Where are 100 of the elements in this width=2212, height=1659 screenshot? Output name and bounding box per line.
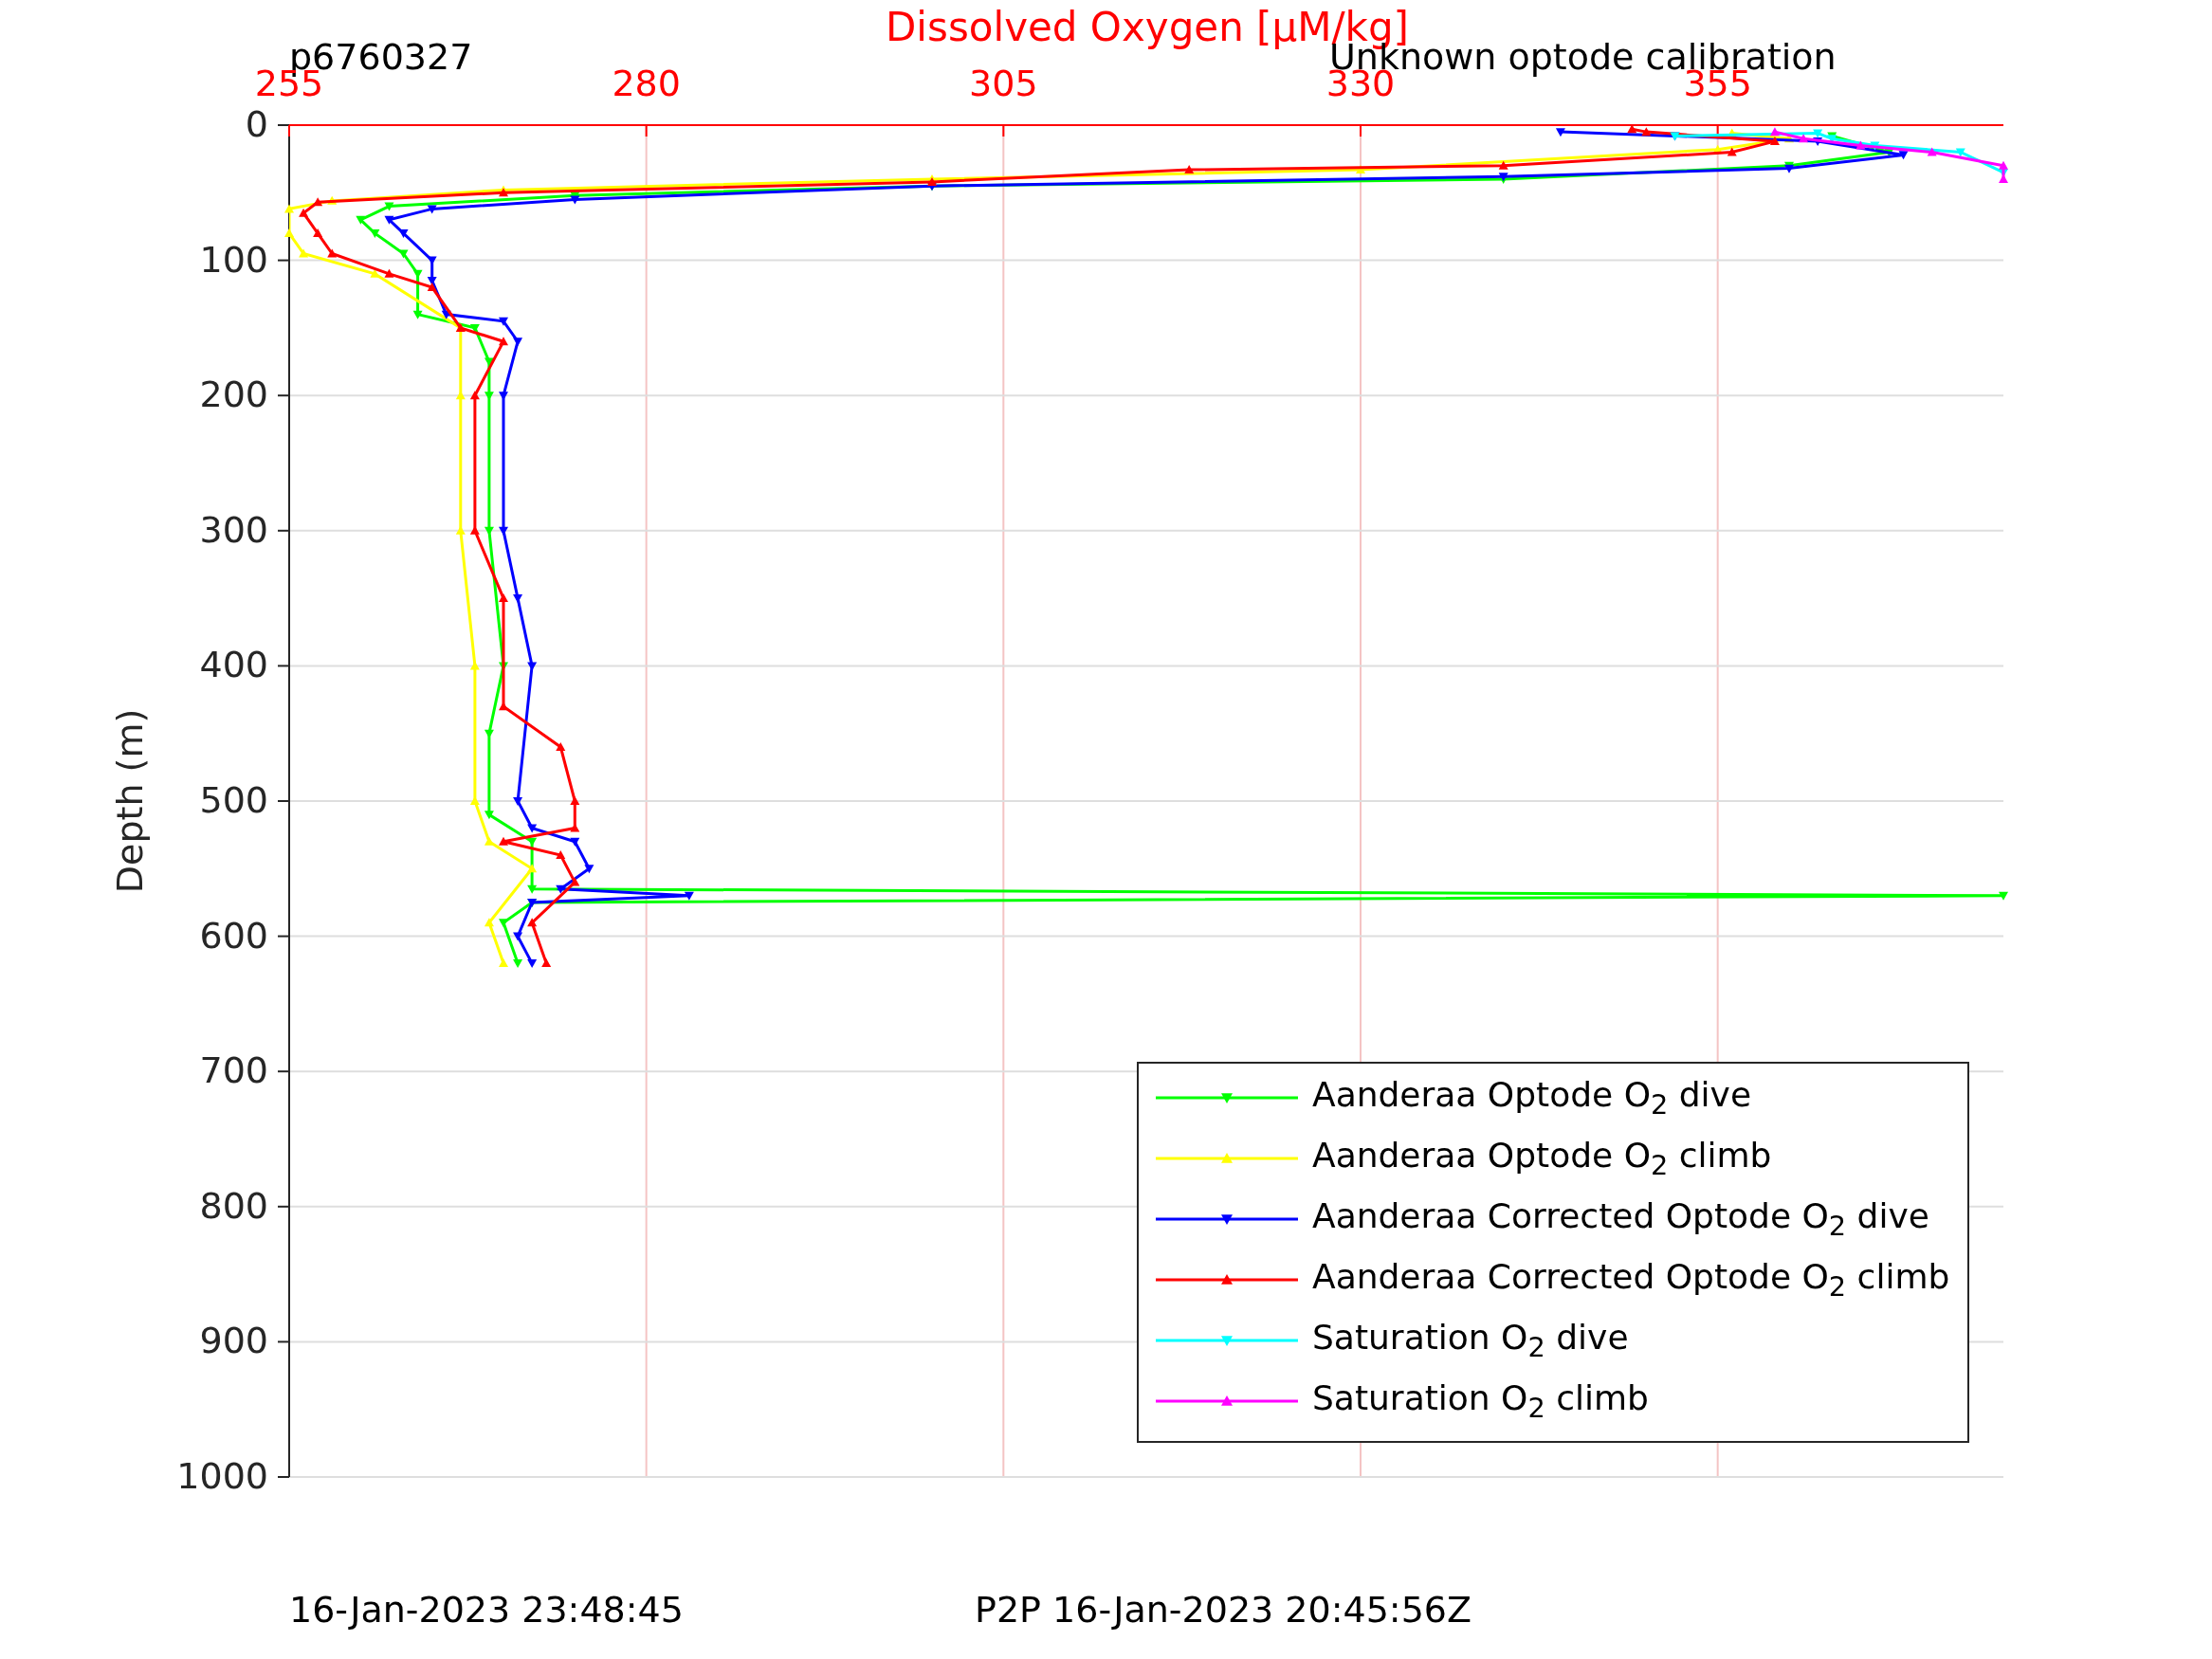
data-point xyxy=(384,268,394,278)
data-point xyxy=(427,277,437,285)
data-point xyxy=(313,228,323,238)
data-point xyxy=(1955,148,1965,157)
data-point xyxy=(484,729,494,738)
data-point xyxy=(455,391,466,400)
tick-label: 1000 xyxy=(176,1455,268,1499)
data-point xyxy=(527,959,538,969)
data-point xyxy=(527,837,538,847)
data-point xyxy=(370,268,380,278)
data-point xyxy=(527,824,538,833)
data-point xyxy=(398,249,409,259)
data-point xyxy=(313,197,323,207)
data-point xyxy=(1712,144,1723,154)
data-point xyxy=(1555,128,1565,137)
data-point xyxy=(1927,147,1937,156)
tick-label: 200 xyxy=(199,374,268,417)
data-point xyxy=(469,391,480,400)
data-point xyxy=(527,662,538,671)
data-point xyxy=(1784,134,1794,143)
data-point xyxy=(499,593,508,603)
data-point xyxy=(370,229,380,239)
data-point xyxy=(1898,151,1909,160)
data-point xyxy=(1856,140,1866,150)
data-point xyxy=(484,526,494,536)
data-point xyxy=(484,811,494,820)
timestamp: P2P 16-Jan-2023 20:45:56Z xyxy=(975,1589,1472,1632)
data-point xyxy=(427,205,437,214)
tick-label: 280 xyxy=(612,63,681,106)
data-point xyxy=(1999,160,2008,170)
legend-label: Aanderaa Corrected Optode O$_{2}$ dive xyxy=(1312,1196,1929,1242)
data-point xyxy=(398,229,409,239)
data-point xyxy=(1813,129,1823,138)
data-point xyxy=(299,208,309,217)
data-point xyxy=(384,202,394,211)
tick-label: 900 xyxy=(199,1320,268,1364)
data-point xyxy=(499,702,508,711)
tick-label: 305 xyxy=(969,63,1038,106)
tick-label: 500 xyxy=(199,779,268,823)
data-point xyxy=(527,864,538,873)
data-point xyxy=(513,337,523,347)
tick-label: 700 xyxy=(199,1049,268,1093)
data-point xyxy=(1641,127,1652,137)
data-point xyxy=(484,918,494,927)
data-point xyxy=(1627,124,1637,134)
data-point xyxy=(1799,134,1809,143)
data-point xyxy=(556,850,566,860)
data-point xyxy=(284,228,294,238)
data-point xyxy=(469,661,480,670)
data-point xyxy=(1184,165,1195,174)
timestamp: 16-Jan-2023 23:48:45 xyxy=(289,1589,684,1632)
data-point xyxy=(684,891,694,901)
data-point xyxy=(513,932,523,941)
data-point xyxy=(299,248,309,258)
data-point xyxy=(427,283,437,292)
data-point xyxy=(527,884,538,894)
legend-label: Saturation O$_{2}$ dive xyxy=(1312,1318,1629,1363)
data-point xyxy=(327,248,338,258)
axis-title: Depth (m) xyxy=(109,708,153,894)
data-point xyxy=(570,877,580,886)
data-point xyxy=(570,195,580,205)
data-point xyxy=(499,919,508,928)
data-point xyxy=(469,323,480,333)
tick-label: 0 xyxy=(245,103,268,147)
data-point xyxy=(541,958,552,968)
tick-label: 300 xyxy=(199,509,268,553)
data-point xyxy=(327,195,338,205)
data-point xyxy=(356,215,366,225)
data-point xyxy=(499,526,508,536)
data-point xyxy=(1769,137,1780,146)
data-point xyxy=(570,837,580,847)
data-point xyxy=(412,310,423,319)
data-point xyxy=(513,797,523,806)
data-point xyxy=(584,865,594,874)
data-point xyxy=(499,836,508,846)
data-point xyxy=(1999,174,2008,184)
data-point xyxy=(1870,141,1880,151)
data-point xyxy=(499,337,508,346)
legend-label: Saturation O$_{2}$ climb xyxy=(1312,1378,1649,1424)
tick-label: 400 xyxy=(199,644,268,688)
data-point xyxy=(284,204,294,213)
data-point xyxy=(527,918,538,927)
data-point xyxy=(1813,137,1823,147)
data-point xyxy=(1769,127,1780,137)
data-point xyxy=(1498,160,1508,170)
data-point xyxy=(1727,147,1737,156)
tick-label: 600 xyxy=(199,914,268,958)
data-point xyxy=(556,741,566,751)
data-point xyxy=(499,317,508,326)
data-point xyxy=(484,836,494,846)
data-point xyxy=(513,959,523,969)
data-point xyxy=(570,796,580,805)
legend-label: Aanderaa Optode O$_{2}$ climb xyxy=(1312,1136,1772,1181)
tick-label: 800 xyxy=(199,1185,268,1229)
data-point xyxy=(469,796,480,805)
legend-label: Aanderaa Corrected Optode O$_{2}$ climb xyxy=(1312,1257,1950,1303)
legend-label: Aanderaa Optode O$_{2}$ dive xyxy=(1312,1075,1752,1121)
data-point xyxy=(499,958,508,968)
tick-label: 100 xyxy=(199,238,268,283)
data-point xyxy=(1999,891,2008,901)
